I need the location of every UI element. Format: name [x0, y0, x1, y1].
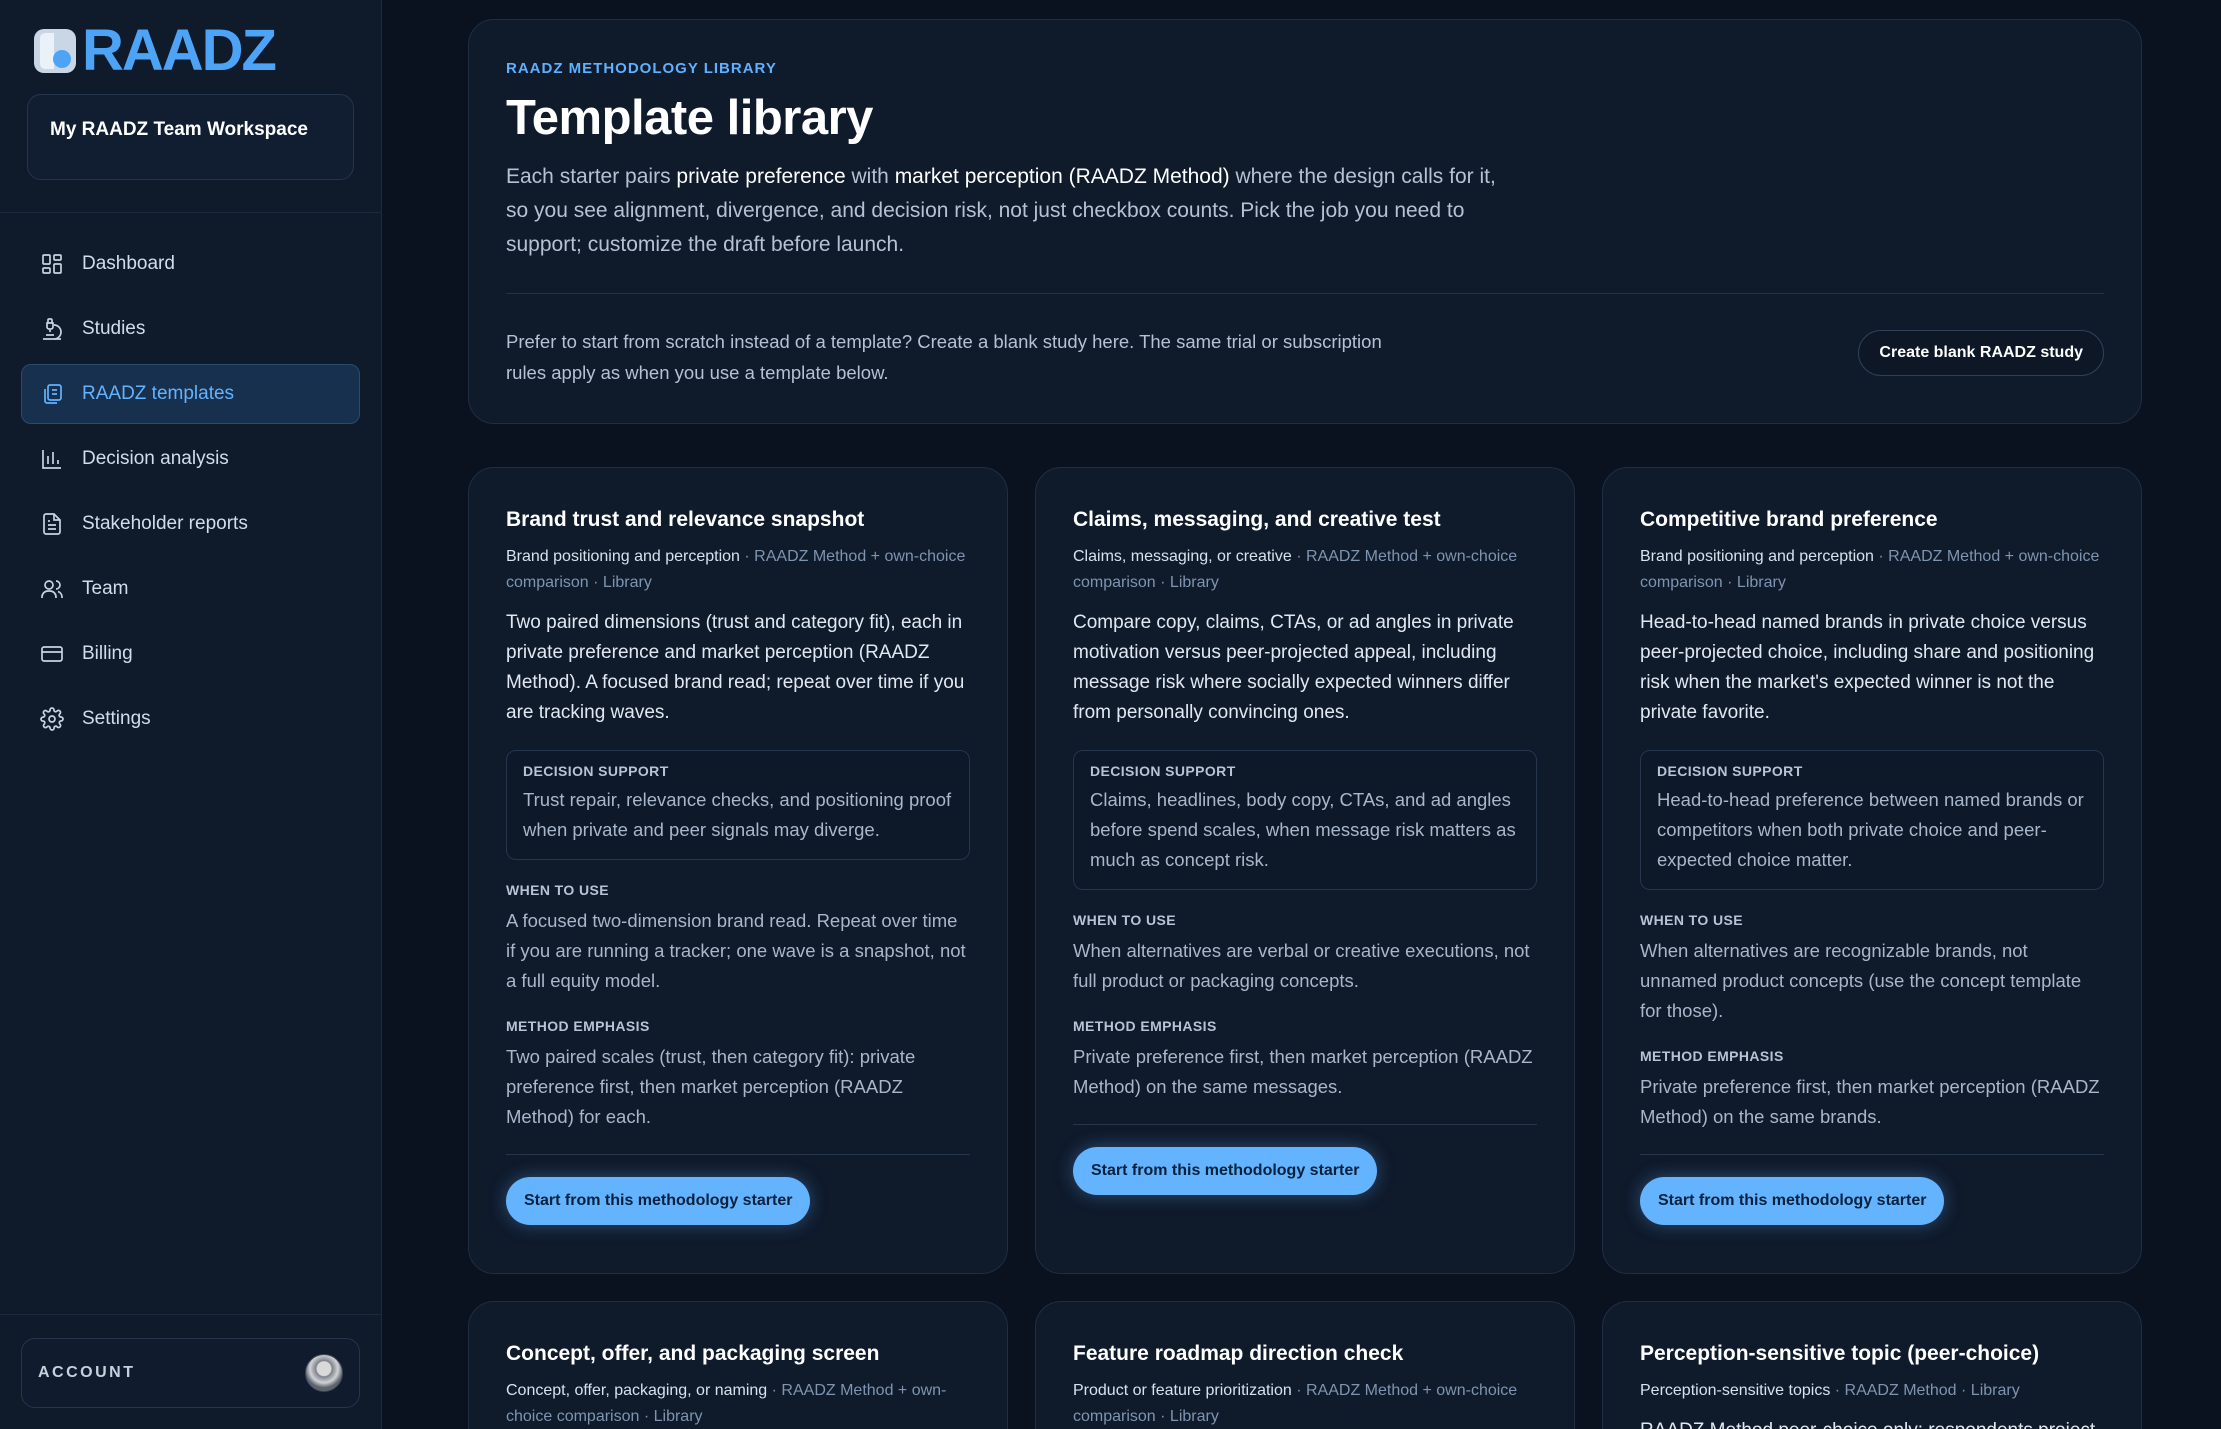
- section-label: WHEN TO USE: [1073, 912, 1176, 928]
- decision-support-box: DECISION SUPPORT Head-to-head preference…: [1640, 750, 2104, 890]
- raadz-logo-mark-icon: [34, 29, 76, 73]
- sidebar: RAADZ My RAADZ Team Workspace Dashboard …: [0, 0, 382, 1429]
- section-label: WHEN TO USE: [506, 882, 609, 898]
- when-to-use-text: When alternatives are recognizable brand…: [1640, 940, 2082, 1021]
- template-card-concept-offer: Concept, offer, and packaging screen Con…: [468, 1301, 1008, 1429]
- decision-support-box: DECISION SUPPORT Claims, headlines, body…: [1073, 750, 1537, 890]
- section-label: DECISION SUPPORT: [1657, 763, 1803, 779]
- section-label: DECISION SUPPORT: [523, 763, 669, 779]
- card-description: Two paired dimensions (trust and categor…: [506, 612, 965, 723]
- card-description: Head-to-head named brands in private cho…: [1640, 612, 2095, 723]
- method-emphasis-text: Private preference first, then market pe…: [1640, 1076, 2100, 1127]
- card-meta: Concept, offer, packaging, or naming · R…: [506, 1382, 947, 1425]
- section-label: METHOD EMPHASIS: [1640, 1048, 1784, 1064]
- card-divider: [1073, 1124, 1537, 1125]
- card-meta: Product or feature prioritization · RAAD…: [1073, 1382, 1518, 1425]
- section-label: METHOD EMPHASIS: [1073, 1018, 1217, 1034]
- page-description: Each starter pairs private preference wi…: [506, 165, 1496, 256]
- account-label: ACCOUNT: [38, 1364, 136, 1381]
- card-meta: Brand positioning and perception · RAADZ…: [506, 548, 966, 591]
- header-divider: [506, 293, 2104, 294]
- workspace-switcher[interactable]: My RAADZ Team Workspace: [27, 94, 354, 180]
- card-title: Feature roadmap direction check: [1073, 1342, 1404, 1365]
- template-card-brand-trust: Brand trust and relevance snapshot Brand…: [468, 467, 1008, 1274]
- users-icon: [41, 580, 63, 598]
- template-library-header: RAADZ METHODOLOGY LIBRARY Template libra…: [468, 19, 2142, 424]
- template-card-claims-messaging: Claims, messaging, and creative test Cla…: [1035, 467, 1575, 1274]
- card-meta: Claims, messaging, or creative · RAADZ M…: [1073, 548, 1518, 591]
- sidebar-item-label: Studies: [82, 318, 146, 339]
- card-title: Perception-sensitive topic (peer-choice): [1640, 1342, 2040, 1365]
- sidebar-item-settings[interactable]: Settings: [21, 689, 360, 749]
- when-to-use-text: When alternatives are verbal or creative…: [1073, 940, 1530, 991]
- gear-icon: [40, 707, 64, 731]
- page-eyebrow: RAADZ METHODOLOGY LIBRARY: [506, 60, 777, 77]
- sidebar-item-label: Stakeholder reports: [82, 513, 248, 534]
- credit-card-icon: [41, 646, 63, 662]
- section-label: METHOD EMPHASIS: [506, 1018, 650, 1034]
- dashboard-grid-icon: [42, 254, 62, 274]
- method-emphasis-text: Private preference first, then market pe…: [1073, 1046, 1533, 1097]
- sidebar-item-decision-analysis[interactable]: Decision analysis: [21, 429, 360, 489]
- decision-support-text: Head-to-head preference between named br…: [1657, 789, 2084, 870]
- sidebar-item-team[interactable]: Team: [21, 559, 360, 619]
- template-card-feature-roadmap: Feature roadmap direction check Product …: [1035, 1301, 1575, 1429]
- decision-support-box: DECISION SUPPORT Trust repair, relevance…: [506, 750, 970, 860]
- account-menu[interactable]: ACCOUNT: [21, 1338, 360, 1408]
- sidebar-item-label: Decision analysis: [82, 448, 229, 469]
- sidebar-item-label: Settings: [82, 708, 151, 729]
- blank-study-note: Prefer to start from scratch instead of …: [506, 331, 1382, 383]
- section-label: DECISION SUPPORT: [1090, 763, 1236, 779]
- decision-support-text: Trust repair, relevance checks, and posi…: [523, 789, 952, 840]
- when-to-use-text: A focused two-dimension brand read. Repe…: [506, 910, 966, 991]
- templates-icon: [44, 384, 62, 404]
- decision-support-text: Claims, headlines, body copy, CTAs, and …: [1090, 789, 1516, 870]
- card-title: Concept, offer, and packaging screen: [506, 1342, 880, 1365]
- method-emphasis-text: Two paired scales (trust, then category …: [506, 1046, 916, 1127]
- create-blank-study-button[interactable]: Create blank RAADZ study: [1858, 330, 2104, 376]
- sidebar-item-studies[interactable]: Studies: [21, 299, 360, 359]
- card-title: Claims, messaging, and creative test: [1073, 508, 1441, 531]
- start-template-button[interactable]: Start from this methodology starter: [506, 1177, 811, 1225]
- card-description: RAADZ Method peer-choice only: responden…: [1640, 1416, 2104, 1429]
- page-title: Template library: [506, 91, 873, 145]
- sidebar-divider: [0, 1314, 381, 1315]
- sidebar-item-billing[interactable]: Billing: [21, 624, 360, 684]
- card-description: Compare copy, claims, CTAs, or ad angles…: [1073, 612, 1514, 723]
- raadz-logo[interactable]: RAADZ: [34, 18, 277, 83]
- avatar[interactable]: [305, 1354, 343, 1392]
- card-title: Brand trust and relevance snapshot: [506, 508, 865, 531]
- sidebar-item-label: Billing: [82, 643, 133, 664]
- template-card-perception-sensitive: Perception-sensitive topic (peer-choice)…: [1602, 1301, 2142, 1429]
- sidebar-divider: [0, 212, 381, 213]
- sidebar-item-raadz-templates[interactable]: RAADZ templates: [21, 364, 360, 424]
- start-template-button[interactable]: Start from this methodology starter: [1640, 1177, 1945, 1225]
- sidebar-nav: Dashboard Studies RAADZ templates Decisi…: [21, 234, 360, 754]
- card-divider: [506, 1154, 970, 1155]
- sidebar-item-label: RAADZ templates: [82, 383, 235, 404]
- card-divider: [1640, 1154, 2104, 1155]
- sidebar-item-label: Team: [82, 578, 129, 599]
- workspace-name: My RAADZ Team Workspace: [50, 119, 308, 140]
- template-card-competitive-brand: Competitive brand preference Brand posit…: [1602, 467, 2142, 1274]
- sidebar-item-dashboard[interactable]: Dashboard: [21, 234, 360, 294]
- microscope-icon: [43, 318, 62, 340]
- document-icon: [43, 513, 61, 535]
- card-meta: Perception-sensitive topics · RAADZ Meth…: [1640, 1382, 2020, 1399]
- section-label: WHEN TO USE: [1640, 912, 1743, 928]
- card-meta: Brand positioning and perception · RAADZ…: [1640, 548, 2100, 591]
- brand-name: RAADZ: [82, 18, 277, 83]
- card-title: Competitive brand preference: [1640, 508, 1938, 531]
- start-template-button[interactable]: Start from this methodology starter: [1073, 1147, 1378, 1195]
- bar-chart-icon: [42, 450, 61, 469]
- sidebar-item-stakeholder-reports[interactable]: Stakeholder reports: [21, 494, 360, 554]
- sidebar-item-label: Dashboard: [82, 253, 175, 274]
